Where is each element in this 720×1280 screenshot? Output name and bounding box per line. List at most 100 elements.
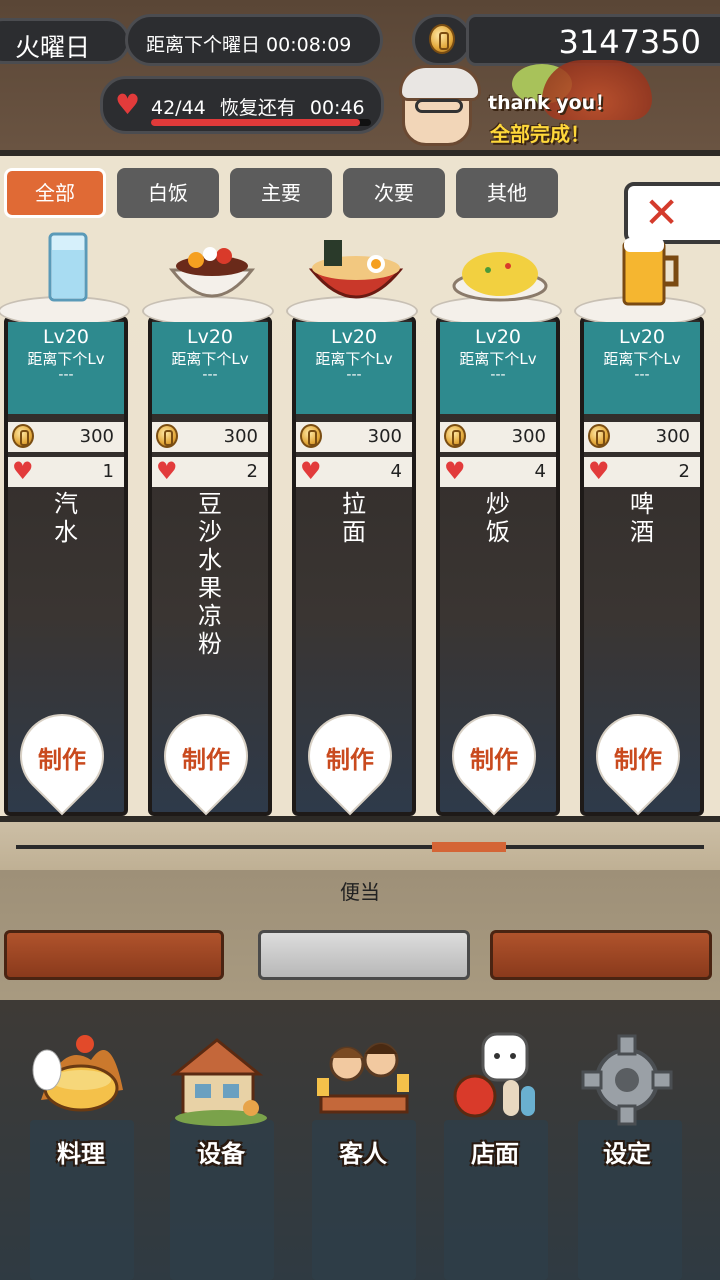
hearts-count: 42/44: [151, 97, 206, 119]
recover-time: 00:46: [309, 97, 365, 119]
level-box: Lv20 距离下个Lv ---: [8, 322, 124, 414]
nav-customers[interactable]: 客人: [298, 1010, 428, 1180]
dish-name: 炒 饭: [486, 490, 510, 546]
all-done-text: 全部完成！: [490, 122, 590, 146]
next-level-label: 距离下个Lv: [603, 350, 681, 368]
dish-card[interactable]: Lv20 距离下个Lv --- 300 ♥ 4 炒 饭 制作: [430, 226, 564, 818]
heart-icon: ♥: [156, 457, 178, 485]
hearts-row: ♥ 4: [296, 457, 412, 487]
level-box: Lv20 距离下个Lv ---: [152, 322, 268, 414]
heart-icon: ♥: [300, 457, 322, 485]
dish-level: Lv20: [330, 326, 377, 348]
thank-you-text: thank you！: [488, 92, 615, 114]
heart-icon: ♥: [588, 457, 610, 485]
price-row: 300: [440, 422, 556, 452]
money-value: 3147350: [558, 23, 701, 61]
anmitsu-bowl-icon: [168, 247, 256, 298]
hearts-progress-bar: [151, 119, 371, 126]
dish-price: 300: [79, 426, 114, 447]
shop-building-icon: [171, 1038, 267, 1126]
price-row: 300: [152, 422, 268, 452]
dish-card[interactable]: Lv20 距离下个Lv --- 300 ♥ 2 啤 酒 制作: [574, 226, 708, 818]
glasses-icon: [415, 99, 463, 113]
dish-card[interactable]: Lv20 距离下个Lv --- 300 ♥ 2 豆 沙 水 果 凉 粉 制作: [142, 226, 276, 818]
price-row: 300: [8, 422, 124, 452]
hearts-row: ♥ 2: [152, 457, 268, 487]
recover-label: 恢复还有: [219, 97, 296, 119]
wooden-table: [4, 930, 224, 980]
dish-hearts: 2: [678, 461, 690, 482]
heart-icon: ♥: [444, 457, 466, 485]
next-level-value: ---: [58, 367, 74, 383]
dish-card[interactable]: Lv20 距离下个Lv --- 300 ♥ 1 汽 水 制作: [0, 226, 132, 818]
make-button-label[interactable]: 制作: [22, 740, 102, 775]
coin-icon: [12, 424, 34, 448]
coin-icon: [300, 424, 322, 448]
gear-icon: [581, 1034, 673, 1126]
day-indicator: 火曜日: [0, 18, 130, 64]
scrollbar-track[interactable]: [16, 845, 704, 849]
coin-icon: [444, 424, 466, 448]
fried-rice-icon: [452, 252, 548, 302]
glass-table: [258, 930, 470, 980]
heart-icon: ♥: [12, 457, 34, 485]
tab-main[interactable]: 主要: [230, 168, 332, 218]
level-box: Lv20 距离下个Lv ---: [440, 322, 556, 414]
dish-price: 300: [223, 426, 258, 447]
nav-cooking[interactable]: 料理: [16, 1010, 146, 1180]
hearts-meter: ♥ 42/44 恢复还有 00:46: [100, 76, 384, 134]
next-level-value: ---: [634, 367, 650, 383]
scrollbar-thumb[interactable]: [432, 842, 506, 852]
hearts-progress-fill: [151, 119, 360, 126]
money-coin-badge: [412, 14, 472, 66]
dish-hearts: 2: [246, 461, 258, 482]
completion-banner[interactable]: thank you！ 全部完成！: [392, 60, 692, 150]
dish-price: 300: [511, 426, 546, 447]
next-level-label: 距离下个Lv: [459, 350, 537, 368]
nav-storefront[interactable]: 店面: [430, 1010, 560, 1180]
dish-name: 豆 沙 水 果 凉 粉: [198, 490, 222, 658]
next-level-value: ---: [346, 367, 362, 383]
dish-price: 300: [655, 426, 690, 447]
dish-level: Lv20: [186, 326, 233, 348]
make-button-label[interactable]: 制作: [166, 740, 246, 775]
dish-price: 300: [367, 426, 402, 447]
level-box: Lv20 距离下个Lv ---: [584, 322, 700, 414]
lucky-cat-icon: [453, 1032, 535, 1118]
customers-icon: [317, 1042, 409, 1114]
nav-settings[interactable]: 设定: [562, 1010, 692, 1180]
dish-card[interactable]: Lv20 距离下个Lv --- 300 ♥ 4 拉 面 制作: [286, 226, 420, 818]
next-level-value: ---: [202, 367, 218, 383]
tab-other[interactable]: 其他: [456, 168, 558, 218]
wooden-table: [490, 930, 712, 980]
nav-equipment-label: 设备: [197, 1140, 245, 1168]
level-box: Lv20 距离下个Lv ---: [296, 322, 412, 414]
tab-side[interactable]: 次要: [343, 168, 445, 218]
make-button-label[interactable]: 制作: [454, 740, 534, 775]
make-button-label[interactable]: 制作: [598, 740, 678, 775]
day-label: 火曜日: [15, 33, 91, 62]
money-display: 3147350: [466, 14, 720, 66]
beer-mug-icon: [622, 238, 679, 306]
make-button-label[interactable]: 制作: [310, 740, 390, 775]
tab-all[interactable]: 全部: [4, 168, 106, 218]
dish-hearts: 4: [534, 461, 546, 482]
ramen-bowl-icon: [308, 240, 404, 299]
next-day-label: 距离下个曜日 00:08:09: [146, 34, 352, 56]
nav-equipment[interactable]: 设备: [156, 1010, 286, 1180]
section-label: 便当: [340, 880, 380, 904]
coin-icon: [156, 424, 178, 448]
dish-hearts: 1: [102, 461, 114, 482]
hearts-text: 42/44 恢复还有 00:46: [151, 93, 365, 120]
hearts-row: ♥ 1: [8, 457, 124, 487]
grandpa-avatar: [399, 65, 481, 146]
heart-icon: ♥: [115, 88, 141, 121]
tab-rice[interactable]: 白饭: [117, 168, 219, 218]
dish-level: Lv20: [42, 326, 89, 348]
nav-storefront-label: 店面: [471, 1140, 519, 1168]
dish-name: 拉 面: [342, 490, 366, 546]
dish-level: Lv20: [618, 326, 665, 348]
cooking-pot-icon: [32, 1035, 123, 1112]
nav-cooking-label: 料理: [57, 1140, 105, 1168]
hearts-row: ♥ 4: [440, 457, 556, 487]
